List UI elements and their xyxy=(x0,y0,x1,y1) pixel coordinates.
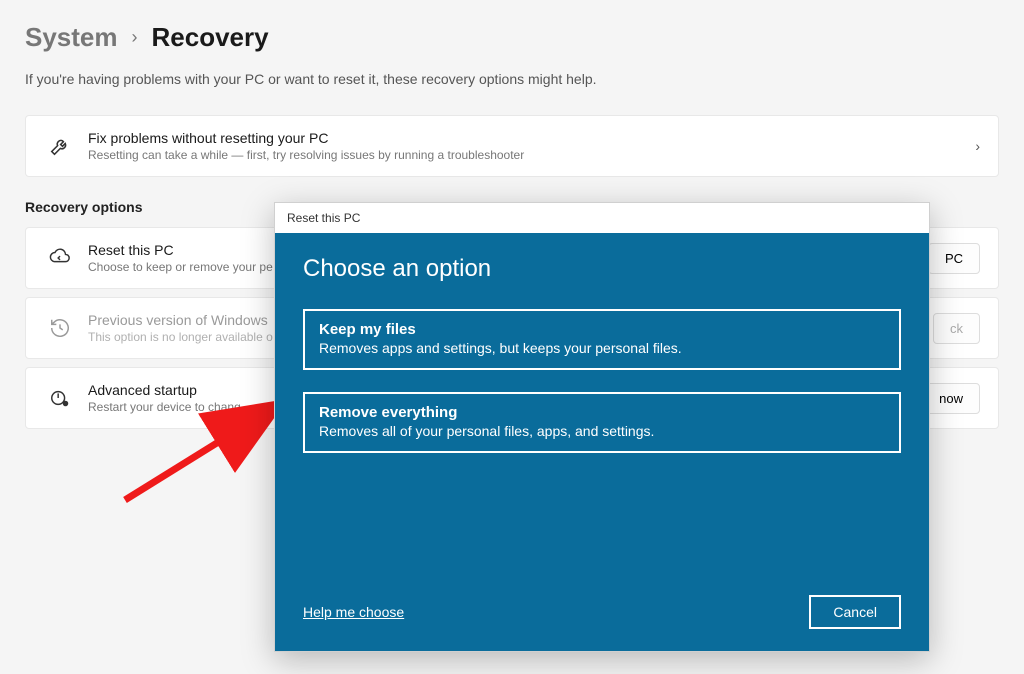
fix-problems-desc: Resetting can take a while — first, try … xyxy=(88,148,965,162)
dialog-title-bar: Reset this PC xyxy=(275,203,929,233)
go-back-button: ck xyxy=(933,313,980,344)
keep-files-title: Keep my files xyxy=(319,321,885,338)
remove-everything-title: Remove everything xyxy=(319,404,885,421)
page-subtitle: If you're having problems with your PC o… xyxy=(25,71,999,87)
fix-problems-title: Fix problems without resetting your PC xyxy=(88,130,965,146)
history-icon xyxy=(44,317,76,339)
reset-pc-dialog: Reset this PC Choose an option Keep my f… xyxy=(274,202,930,652)
chevron-right-icon: › xyxy=(132,27,138,48)
power-gear-icon xyxy=(44,387,76,409)
breadcrumb: System › Recovery xyxy=(25,22,999,53)
remove-everything-desc: Removes all of your personal files, apps… xyxy=(319,423,885,439)
restart-now-button[interactable]: now xyxy=(922,383,980,414)
reset-pc-button[interactable]: PC xyxy=(928,243,980,274)
dialog-heading: Choose an option xyxy=(303,255,901,283)
breadcrumb-parent[interactable]: System xyxy=(25,22,118,53)
help-me-choose-link[interactable]: Help me choose xyxy=(303,604,404,620)
keep-my-files-option[interactable]: Keep my files Removes apps and settings,… xyxy=(303,309,901,370)
remove-everything-option[interactable]: Remove everything Removes all of your pe… xyxy=(303,392,901,453)
breadcrumb-current: Recovery xyxy=(152,22,269,53)
wrench-icon xyxy=(44,135,76,157)
fix-problems-card[interactable]: Fix problems without resetting your PC R… xyxy=(25,115,999,177)
chevron-right-icon: › xyxy=(975,138,980,154)
keep-files-desc: Removes apps and settings, but keeps you… xyxy=(319,340,885,356)
cloud-refresh-icon xyxy=(44,247,76,269)
cancel-button[interactable]: Cancel xyxy=(809,595,901,629)
